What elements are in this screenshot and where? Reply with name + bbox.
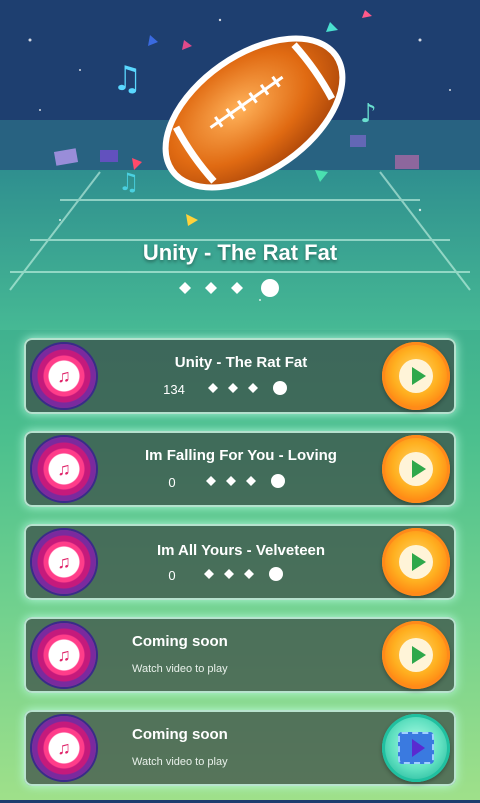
music-note-disc-icon: ♫ [32, 437, 96, 501]
svg-text:♫: ♫ [112, 59, 142, 99]
song-title: Coming soon [132, 726, 228, 743]
play-button[interactable] [382, 528, 450, 596]
progress-diamond [179, 282, 191, 294]
play-button[interactable] [382, 342, 450, 410]
song-score: 134 [163, 382, 185, 397]
progress-crown-circle [261, 279, 279, 297]
song-card[interactable]: ♫ Im Falling For You - Loving 0 [24, 431, 456, 507]
locked-song-card[interactable]: ♫ Coming soon Watch video to play [24, 710, 456, 786]
unlock-hint: Watch video to play [132, 663, 228, 675]
song-title: Unity - The Rat Fat [174, 354, 308, 371]
play-icon [412, 460, 426, 478]
locked-song-card[interactable]: ♫ Coming soon Watch video to play [24, 617, 456, 693]
song-title: Im All Yours - Velveteen [156, 542, 326, 559]
song-star-progress [206, 474, 285, 488]
music-note-disc-icon: ♫ [32, 530, 96, 594]
watch-video-button[interactable] [382, 714, 450, 782]
svg-text:♪: ♪ [360, 99, 377, 129]
song-card[interactable]: ♫ Im All Yours - Velveteen 0 [24, 524, 456, 600]
music-note-disc-icon: ♫ [32, 623, 96, 687]
song-list: ♫ Unity - The Rat Fat 134 ♫ Im Falling F… [24, 338, 456, 803]
song-title: Im Falling For You - Loving [145, 447, 337, 464]
play-button[interactable] [382, 435, 450, 503]
song-score: 0 [168, 568, 176, 583]
play-button[interactable] [382, 621, 450, 689]
play-icon [412, 646, 426, 664]
hero-star-progress [179, 279, 279, 297]
unlock-hint: Watch video to play [132, 756, 228, 768]
play-icon [412, 553, 426, 571]
music-note-disc-icon: ♫ [32, 716, 96, 780]
progress-diamond [231, 282, 243, 294]
song-score: 0 [168, 475, 176, 490]
song-card[interactable]: ♫ Unity - The Rat Fat 134 [24, 338, 456, 414]
video-play-icon [412, 739, 425, 757]
play-icon [412, 367, 426, 385]
song-star-progress [208, 381, 287, 395]
song-title: Coming soon [132, 633, 228, 650]
svg-text:♫: ♫ [118, 168, 140, 196]
music-note-disc-icon: ♫ [32, 344, 96, 408]
progress-diamond [205, 282, 217, 294]
song-star-progress [204, 567, 283, 581]
current-song-title: Unity - The Rat Fat [142, 240, 338, 265]
